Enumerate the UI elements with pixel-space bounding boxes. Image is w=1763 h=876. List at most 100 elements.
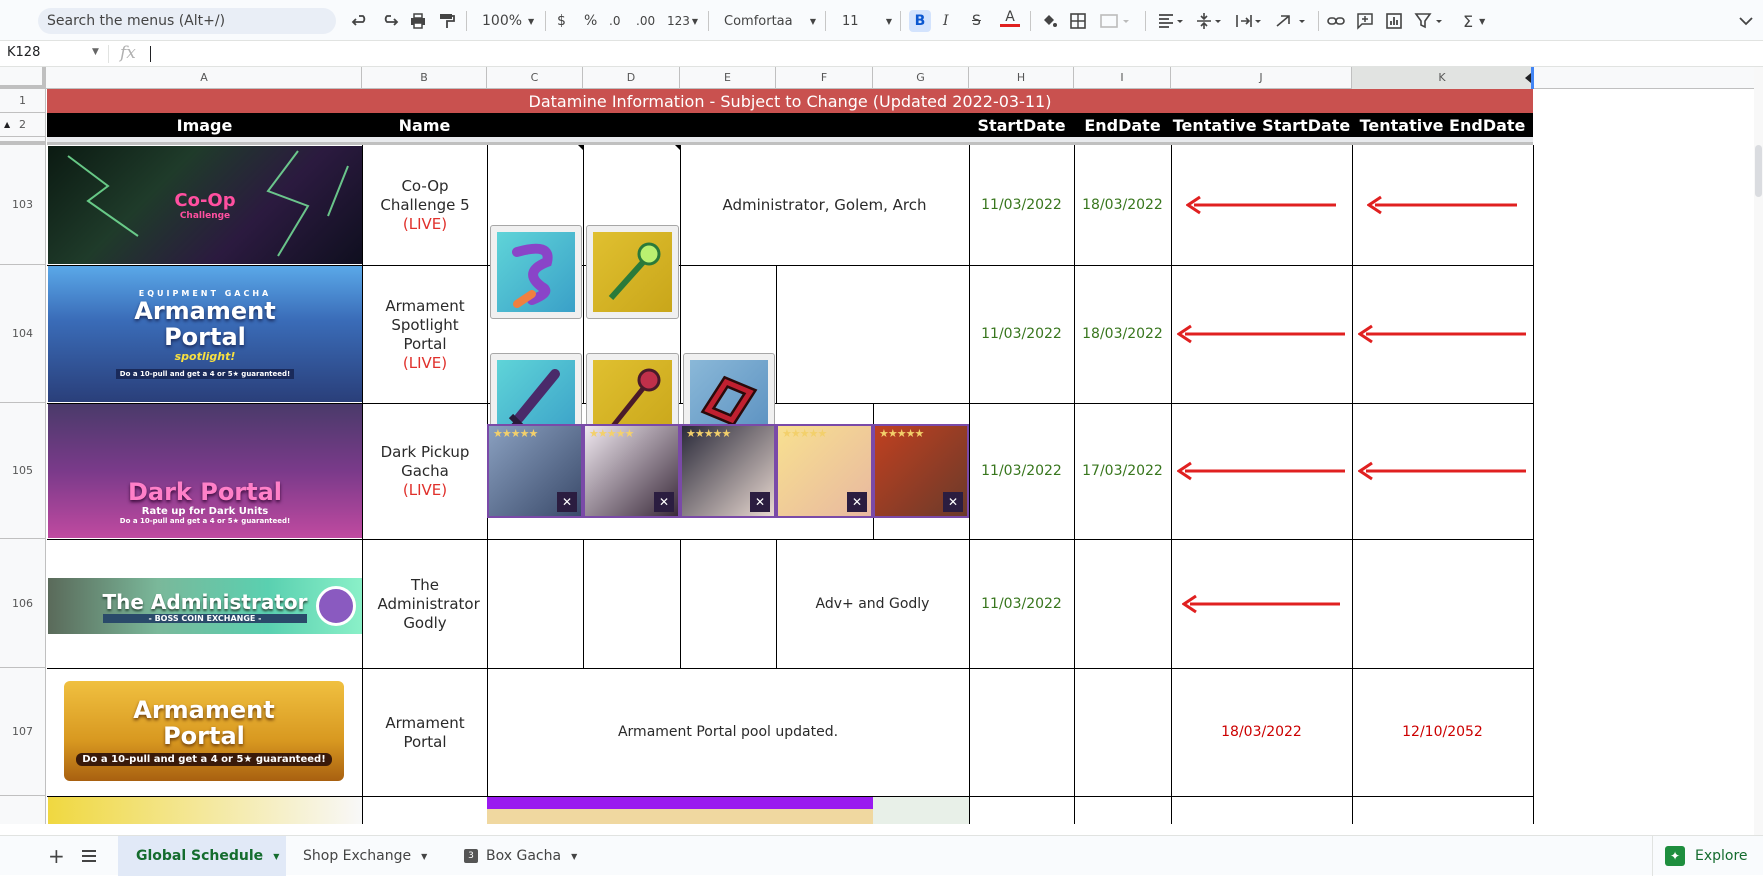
zoom-select[interactable]: 100% ▼ bbox=[482, 10, 534, 32]
header-rewards[interactable] bbox=[487, 113, 969, 137]
row-header-107[interactable]: 107 bbox=[0, 668, 46, 796]
column-header-d[interactable]: D bbox=[583, 67, 680, 89]
column-header-c[interactable]: C bbox=[487, 67, 583, 89]
name-box-dropdown-icon[interactable]: ▼ bbox=[92, 47, 99, 57]
unit-portrait: ★★★★★ ✕ bbox=[776, 424, 873, 518]
scrollbar-thumb[interactable] bbox=[1755, 145, 1762, 197]
column-header-j[interactable]: J bbox=[1171, 67, 1352, 89]
insert-chart-icon[interactable] bbox=[1385, 10, 1403, 32]
text-wrap-icon[interactable] bbox=[1235, 10, 1265, 32]
number-format-select[interactable]: 123 ▼ bbox=[667, 10, 698, 32]
arrow-left-icon bbox=[1186, 195, 1336, 215]
name-dark-pickup[interactable]: Dark Pickup Gacha (LIVE) bbox=[363, 404, 487, 539]
tentative-start-107[interactable]: 18/03/2022 bbox=[1171, 669, 1352, 796]
arrow-left-icon bbox=[1177, 461, 1345, 481]
row-header-2[interactable]: ▲ 2 bbox=[0, 113, 46, 137]
formula-input[interactable] bbox=[150, 46, 151, 62]
unit-portrait: ★★★★★ ✕ bbox=[873, 424, 969, 518]
vertical-align-icon[interactable] bbox=[1195, 10, 1225, 32]
italic-button[interactable]: I bbox=[943, 10, 949, 32]
print-icon[interactable] bbox=[408, 10, 428, 32]
title-banner-cell[interactable]: Datamine Information - Subject to Change… bbox=[47, 89, 1533, 113]
bold-button[interactable]: B bbox=[909, 10, 931, 32]
start-date-105[interactable]: 11/03/2022 bbox=[969, 404, 1074, 539]
header-tentative-start[interactable]: Tentative StartDate bbox=[1171, 113, 1352, 137]
row-header-106[interactable]: 106 bbox=[0, 539, 46, 668]
note-pool-updated[interactable]: Armament Portal pool updated. bbox=[487, 669, 969, 796]
column-header-h[interactable]: H bbox=[969, 67, 1074, 89]
tentative-end-107[interactable]: 12/10/2052 bbox=[1352, 669, 1533, 796]
unit-portrait: ★★★★★ ✕ bbox=[583, 424, 680, 518]
units-coop-challenge[interactable]: Administrator, Golem, Arch bbox=[680, 146, 969, 265]
text-color-button[interactable]: A bbox=[1000, 10, 1020, 32]
column-header-k[interactable]: K bbox=[1352, 67, 1533, 89]
redo-icon[interactable] bbox=[380, 10, 400, 32]
header-tentative-end[interactable]: Tentative EndDate bbox=[1352, 113, 1533, 137]
add-sheet-icon[interactable]: + bbox=[48, 836, 65, 876]
arrow-left-icon bbox=[1182, 594, 1340, 614]
text-rotation-icon[interactable] bbox=[1275, 10, 1309, 32]
font-size-select[interactable]: 11 ▼ bbox=[842, 10, 892, 32]
align-left-icon[interactable] bbox=[1157, 10, 1187, 32]
unit-portrait: ★★★★★ ✕ bbox=[487, 424, 583, 518]
coop-challenge-banner: Co-Op Challenge bbox=[48, 146, 362, 264]
arrow-left-icon bbox=[1358, 324, 1526, 344]
column-header-i[interactable]: I bbox=[1074, 67, 1171, 89]
column-header-e[interactable]: E bbox=[680, 67, 776, 89]
header-image[interactable]: Image bbox=[47, 113, 362, 137]
start-date-106[interactable]: 11/03/2022 bbox=[969, 540, 1074, 668]
end-date-103[interactable]: 18/03/2022 bbox=[1074, 146, 1171, 265]
paint-format-icon[interactable] bbox=[438, 10, 456, 32]
select-all-corner[interactable] bbox=[0, 67, 46, 89]
header-end-date[interactable]: EndDate bbox=[1074, 113, 1171, 137]
header-name[interactable]: Name bbox=[362, 113, 487, 137]
column-header-b[interactable]: B bbox=[362, 67, 487, 89]
armament-portal-banner: Armament Portal Do a 10-pull and get a 4… bbox=[64, 681, 344, 781]
column-header-f[interactable]: F bbox=[776, 67, 873, 89]
filter-icon[interactable] bbox=[1414, 10, 1448, 32]
start-date-104[interactable]: 11/03/2022 bbox=[969, 266, 1074, 403]
borders-icon[interactable] bbox=[1069, 10, 1087, 32]
percent-format-button[interactable]: % bbox=[584, 10, 597, 32]
name-coop-challenge[interactable]: Co-Op Challenge 5 (LIVE) bbox=[363, 146, 487, 265]
undo-icon[interactable] bbox=[350, 10, 370, 32]
all-sheets-icon[interactable] bbox=[82, 836, 96, 876]
decrease-decimal-button[interactable]: .0 bbox=[609, 10, 620, 32]
insert-comment-icon[interactable] bbox=[1356, 10, 1374, 32]
column-header-g[interactable]: G bbox=[873, 67, 969, 89]
dark-portal-banner: Dark Portal Rate up for Dark Units Do a … bbox=[48, 404, 362, 538]
row-header-1[interactable]: 1 bbox=[0, 89, 46, 113]
end-date-104[interactable]: 18/03/2022 bbox=[1074, 266, 1171, 403]
fx-icon: fx bbox=[120, 43, 136, 63]
end-date-105[interactable]: 17/03/2022 bbox=[1074, 404, 1171, 539]
fill-color-icon[interactable] bbox=[1039, 10, 1059, 32]
merge-cells-icon[interactable] bbox=[1099, 10, 1129, 32]
name-armament-spotlight[interactable]: Armament Spotlight Portal (LIVE) bbox=[363, 266, 487, 403]
insert-link-icon[interactable] bbox=[1326, 10, 1346, 32]
note-adv-godly[interactable]: Adv+ and Godly bbox=[776, 540, 969, 668]
currency-format-button[interactable]: $ bbox=[557, 10, 566, 32]
name-armament-portal[interactable]: Armament Portal bbox=[363, 669, 487, 796]
formula-bar: K128 ▼ fx bbox=[0, 40, 1763, 67]
functions-icon[interactable]: Σ ▼ bbox=[1463, 10, 1485, 32]
menu-search-input[interactable]: Search the menus (Alt+/) bbox=[38, 8, 336, 34]
name-administrator[interactable]: The Administrator Godly bbox=[363, 540, 487, 668]
start-date-103[interactable]: 11/03/2022 bbox=[969, 146, 1074, 265]
arrow-left-icon bbox=[1358, 461, 1526, 481]
row-header-108[interactable] bbox=[0, 796, 46, 824]
row-header-103[interactable]: 103 bbox=[0, 145, 46, 265]
row-header-105[interactable]: 105 bbox=[0, 403, 46, 539]
explore-button[interactable]: ✦ Explore bbox=[1665, 836, 1748, 876]
header-start-date[interactable]: StartDate bbox=[969, 113, 1074, 137]
collapse-toolbar-icon[interactable] bbox=[1738, 10, 1754, 32]
toolbar: Search the menus (Alt+/) 100% ▼ $ % .0 .0… bbox=[0, 0, 1763, 40]
tab-box-gacha[interactable]: 3 Box Gacha ▼ bbox=[464, 836, 577, 876]
strikethrough-button[interactable]: S bbox=[972, 10, 981, 32]
name-box[interactable]: K128 bbox=[7, 45, 40, 60]
column-header-a[interactable]: A bbox=[47, 67, 362, 89]
increase-decimal-button[interactable]: .00 bbox=[636, 10, 655, 32]
font-family-select[interactable]: Comfortaa ▼ bbox=[724, 10, 816, 32]
row-header-104[interactable]: 104 bbox=[0, 265, 46, 403]
tab-shop-exchange[interactable]: Shop Exchange ▼ bbox=[303, 836, 427, 876]
tab-global-schedule[interactable]: Global Schedule ▼ bbox=[118, 836, 286, 876]
